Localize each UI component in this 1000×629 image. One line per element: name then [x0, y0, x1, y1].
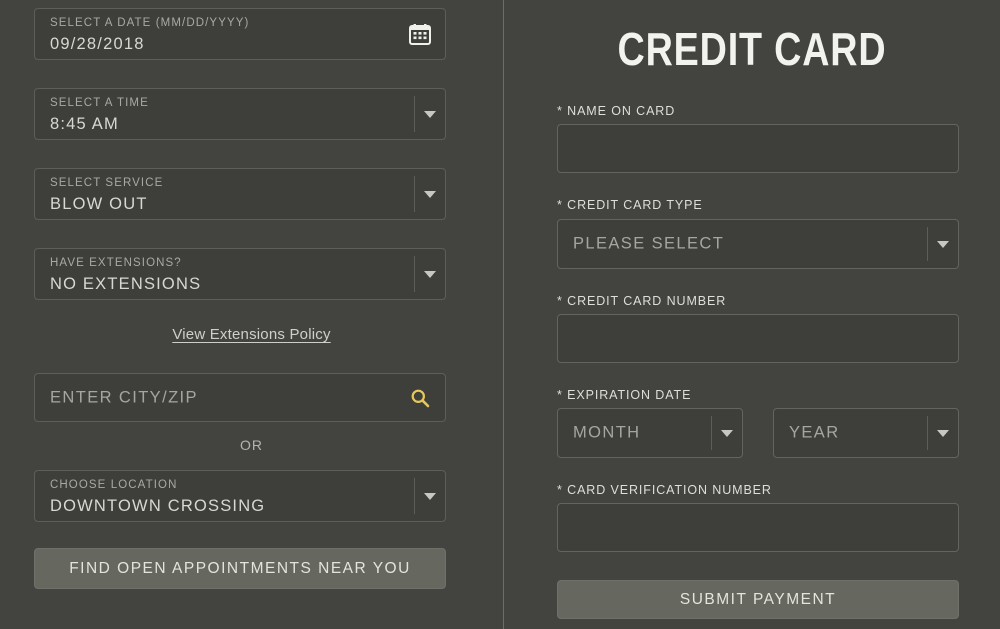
expiration-year-separator: [927, 416, 928, 450]
chevron-down-icon[interactable]: [424, 493, 436, 500]
select-time-value: 8:45 AM: [50, 115, 119, 133]
select-service-field[interactable]: SELECT SERVICE BLOW OUT: [34, 168, 446, 220]
city-zip-field[interactable]: ENTER CITY/ZIP: [34, 373, 446, 422]
expiration-year-select[interactable]: YEAR: [773, 408, 959, 458]
city-zip-placeholder: ENTER CITY/ZIP: [50, 388, 198, 406]
credit-card-type-placeholder: PLEASE SELECT: [573, 234, 725, 253]
submit-payment-button-label: SUBMIT PAYMENT: [679, 590, 837, 608]
expiration-year-placeholder: YEAR: [789, 423, 840, 442]
select-service-value: BLOW OUT: [50, 195, 148, 213]
have-extensions-separator: [414, 256, 415, 292]
credit-card-type-label: * CREDIT CARD TYPE: [557, 198, 703, 212]
select-time-field[interactable]: SELECT A TIME 8:45 AM: [34, 88, 446, 140]
chevron-down-icon[interactable]: [721, 430, 733, 437]
chevron-down-icon[interactable]: [424, 111, 436, 118]
name-on-card-input[interactable]: [557, 124, 959, 173]
select-service-separator: [414, 176, 415, 212]
have-extensions-value: NO EXTENSIONS: [50, 275, 202, 293]
credit-card-panel: CREDIT CARD * NAME ON CARD * CREDIT CARD…: [504, 0, 1000, 629]
search-icon[interactable]: [410, 388, 430, 408]
choose-location-field[interactable]: CHOOSE LOCATION DOWNTOWN CROSSING: [34, 470, 446, 522]
select-date-label: SELECT A DATE (MM/DD/YYYY): [50, 17, 250, 29]
choose-location-separator: [414, 478, 415, 514]
card-verification-number-label: * CARD VERIFICATION NUMBER: [557, 483, 772, 497]
calendar-icon[interactable]: [409, 23, 431, 45]
select-date-field[interactable]: SELECT A DATE (MM/DD/YYYY) 09/28/2018: [34, 8, 446, 60]
chevron-down-icon[interactable]: [937, 430, 949, 437]
have-extensions-label: HAVE EXTENSIONS?: [50, 257, 182, 269]
chevron-down-icon[interactable]: [424, 271, 436, 278]
credit-card-type-select[interactable]: PLEASE SELECT: [557, 219, 959, 269]
expiration-month-select[interactable]: MONTH: [557, 408, 743, 458]
or-divider-label: OR: [240, 437, 263, 453]
credit-card-type-separator: [927, 227, 928, 261]
choose-location-value: DOWNTOWN CROSSING: [50, 497, 266, 515]
have-extensions-field[interactable]: HAVE EXTENSIONS? NO EXTENSIONS: [34, 248, 446, 300]
booking-panel: SELECT A DATE (MM/DD/YYYY) 09/28/2018 SE…: [0, 0, 503, 629]
find-appointments-button-label: FIND OPEN APPOINTMENTS NEAR YOU: [69, 559, 411, 577]
expiration-month-placeholder: MONTH: [573, 423, 641, 442]
select-time-separator: [414, 96, 415, 132]
choose-location-label: CHOOSE LOCATION: [50, 479, 178, 491]
credit-card-number-input[interactable]: [557, 314, 959, 363]
chevron-down-icon[interactable]: [424, 191, 436, 198]
select-service-label: SELECT SERVICE: [50, 177, 164, 189]
expiration-date-label: * EXPIRATION DATE: [557, 388, 692, 402]
chevron-down-icon[interactable]: [937, 241, 949, 248]
name-on-card-label: * NAME ON CARD: [557, 104, 676, 118]
find-appointments-button[interactable]: FIND OPEN APPOINTMENTS NEAR YOU: [34, 548, 446, 589]
credit-card-title: CREDIT CARD: [617, 23, 887, 75]
select-time-label: SELECT A TIME: [50, 97, 149, 109]
view-extensions-policy-link[interactable]: View Extensions Policy: [0, 326, 503, 343]
select-date-value: 09/28/2018: [50, 35, 145, 53]
expiration-month-separator: [711, 416, 712, 450]
credit-card-number-label: * CREDIT CARD NUMBER: [557, 294, 727, 308]
booking-payment-page: SELECT A DATE (MM/DD/YYYY) 09/28/2018 SE…: [0, 0, 1000, 629]
submit-payment-button[interactable]: SUBMIT PAYMENT: [557, 580, 959, 619]
card-verification-number-input[interactable]: [557, 503, 959, 552]
